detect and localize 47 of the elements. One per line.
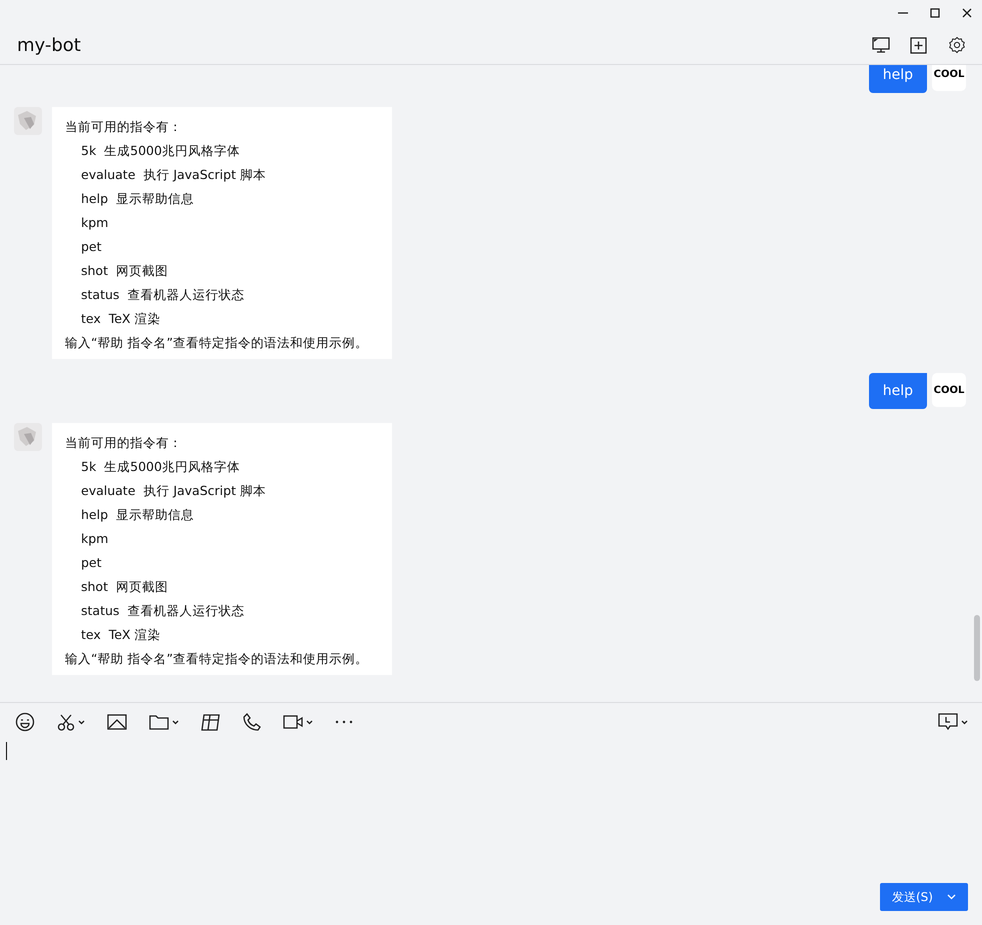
- message-line: kpm: [80, 214, 110, 232]
- scrollbar-thumb[interactable]: [974, 615, 980, 681]
- send-button[interactable]: 发送(S): [880, 883, 968, 911]
- message-line: status 查看机器人运行状态: [80, 286, 246, 304]
- window-title: my-bot: [17, 34, 81, 56]
- message-line: help 显示帮助信息: [80, 506, 195, 524]
- message-line: evaluate 执行 JavaScript 脚本: [80, 482, 267, 500]
- message-line: kpm: [80, 530, 110, 548]
- message-line: tex TeX 渲染: [80, 626, 162, 644]
- text-cursor: [6, 742, 7, 760]
- message-line: help 显示帮助信息: [80, 190, 195, 208]
- message-line: 输入“帮助 指令名”查看特定指令的语法和使用示例。: [65, 334, 369, 352]
- avatar-text: COOL: [934, 68, 964, 80]
- message-line: shot 网页截图: [80, 578, 169, 596]
- caret-icon[interactable]: [172, 720, 179, 724]
- monitor-icon[interactable]: [872, 37, 890, 53]
- caret-icon[interactable]: [961, 720, 968, 724]
- message-line: tex TeX 渲染: [80, 310, 162, 328]
- message-line: status 查看机器人运行状态: [80, 602, 246, 620]
- image-icon[interactable]: [107, 714, 127, 730]
- message-line: 当前可用的指令有：: [65, 118, 183, 136]
- message-line: pet: [80, 238, 103, 256]
- emoji-icon[interactable]: [15, 712, 35, 732]
- message-line: 输入“帮助 指令名”查看特定指令的语法和使用示例。: [65, 650, 369, 668]
- video-icon[interactable]: [283, 714, 303, 730]
- add-icon[interactable]: [910, 36, 928, 54]
- chat-history-icon[interactable]: [938, 713, 958, 731]
- avatar-text: COOL: [934, 384, 964, 396]
- bot-avatar: [14, 423, 42, 451]
- message-bubble: help: [868, 373, 927, 409]
- settings-icon[interactable]: [948, 36, 966, 54]
- caret-icon[interactable]: [306, 720, 313, 724]
- message-line: 5k 生成5000兆円风格字体: [80, 458, 241, 476]
- folder-icon[interactable]: [149, 714, 169, 730]
- caret-icon[interactable]: [78, 720, 85, 724]
- maximize-icon[interactable]: [930, 8, 940, 18]
- close-icon[interactable]: [962, 8, 972, 18]
- scissors-icon[interactable]: [57, 713, 75, 731]
- bot-avatar: [14, 107, 42, 135]
- more-icon[interactable]: [335, 720, 353, 724]
- message-line: 5k 生成5000兆円风格字体: [80, 142, 241, 160]
- phone-icon[interactable]: [243, 713, 261, 731]
- message-bubble: help: [868, 65, 927, 93]
- message-line: evaluate 执行 JavaScript 脚本: [80, 166, 267, 184]
- message-line: shot 网页截图: [80, 262, 169, 280]
- message-line: 当前可用的指令有：: [65, 434, 183, 452]
- message-line: pet: [80, 554, 103, 572]
